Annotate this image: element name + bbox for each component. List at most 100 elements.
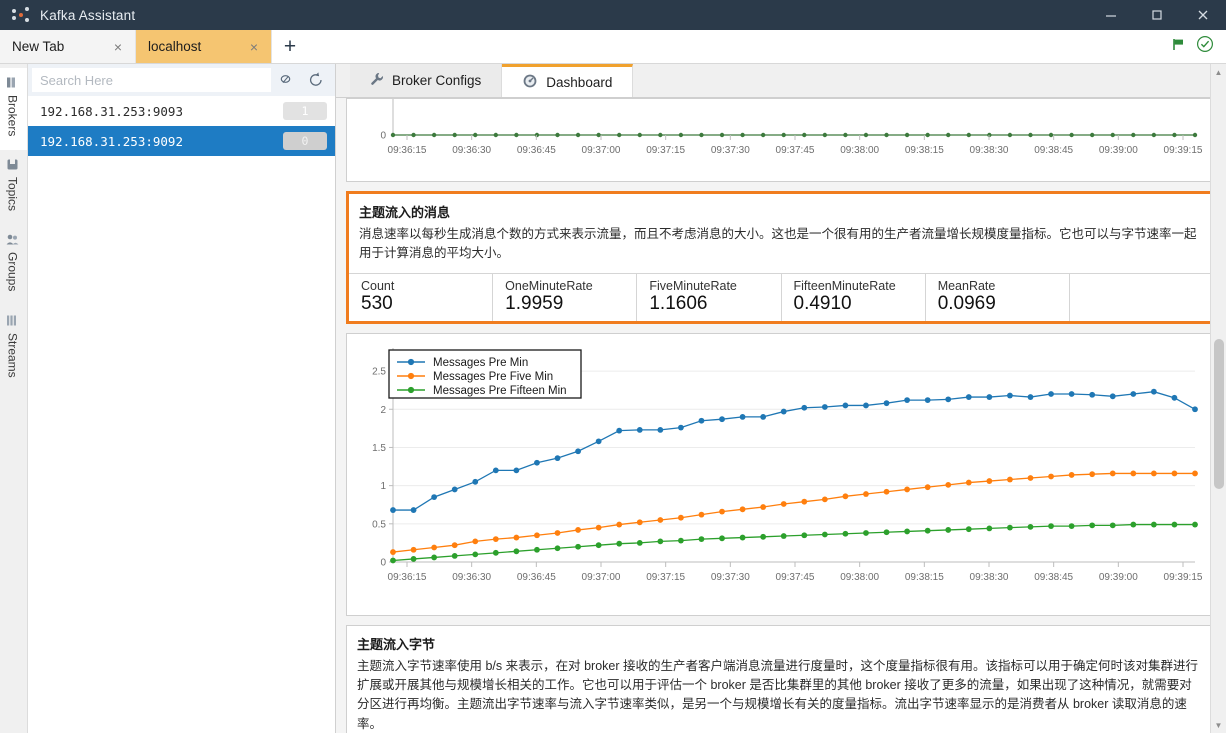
- svg-text:09:38:00: 09:38:00: [840, 572, 879, 583]
- wrench-icon: [370, 72, 384, 89]
- kafka-logo-icon: [12, 7, 32, 23]
- svg-text:09:36:15: 09:36:15: [388, 572, 427, 583]
- list-item[interactable]: 192.168.31.253:9092 0: [28, 126, 335, 156]
- tab-label: Broker Configs: [392, 73, 482, 88]
- svg-text:09:39:00: 09:39:00: [1099, 145, 1138, 156]
- svg-text:09:39:00: 09:39:00: [1099, 572, 1138, 583]
- svg-text:09:38:45: 09:38:45: [1034, 572, 1073, 583]
- maximize-button[interactable]: [1134, 0, 1180, 30]
- title-bar: Kafka Assistant: [0, 0, 1226, 30]
- browser-tab-label: localhost: [148, 39, 202, 54]
- svg-text:Messages Pre Min: Messages Pre Min: [433, 357, 528, 369]
- broker-list-panel: 192.168.31.253:9093 1 192.168.31.253:909…: [28, 64, 336, 733]
- brokers-icon: [6, 76, 19, 89]
- status-badge: 0: [283, 132, 327, 150]
- card-bytes-in: 主题流入字节 主题流入字节速率使用 b/s 来表示，在对 broker 接收的生…: [346, 624, 1216, 733]
- browser-tab-strip: New Tab × localhost × +: [0, 30, 1226, 64]
- chart-top: 009:36:15 09:36:30 09:36:45 09:37:00 09:37:1…: [380, 99, 1203, 156]
- topics-icon: [6, 158, 19, 171]
- new-tab-button[interactable]: +: [272, 30, 308, 63]
- svg-text:1: 1: [380, 481, 386, 492]
- scroll-down-icon[interactable]: ▼: [1211, 717, 1226, 733]
- minimize-button[interactable]: [1088, 0, 1134, 30]
- svg-text:09:39:15: 09:39:15: [1164, 145, 1203, 156]
- svg-text:09:36:15: 09:36:15: [388, 145, 427, 156]
- svg-text:09:38:30: 09:38:30: [970, 145, 1009, 156]
- card-title: 主题流入字节: [357, 636, 436, 652]
- broker-address: 192.168.31.253:9093: [40, 103, 183, 119]
- scroll-up-icon[interactable]: ▲: [1211, 64, 1226, 80]
- broker-list-empty-space: [28, 156, 335, 733]
- flag-icon[interactable]: [1171, 37, 1186, 57]
- svg-text:09:39:15: 09:39:15: [1164, 572, 1203, 583]
- sidebar-item-streams[interactable]: Streams: [0, 306, 27, 392]
- svg-text:0: 0: [380, 131, 386, 142]
- metric-one-minute-rate: OneMinuteRate 1.9959: [493, 273, 638, 321]
- vertical-scrollbar[interactable]: ▲ ▼: [1210, 64, 1226, 733]
- tab-broker-configs[interactable]: Broker Configs: [350, 64, 503, 97]
- svg-text:0: 0: [380, 557, 386, 568]
- vertical-tool-tabs: Brokers Topics Groups Streams: [0, 64, 28, 733]
- svg-text:2: 2: [380, 404, 386, 415]
- svg-text:09:38:00: 09:38:00: [840, 145, 879, 156]
- main-tab-bar: Broker Configs Dashboard: [336, 64, 1226, 98]
- svg-text:Messages Pre Fifteen Min: Messages Pre Fifteen Min: [433, 385, 567, 397]
- main-content: Broker Configs Dashboard 0 09:36:15 09:36:…: [336, 64, 1226, 733]
- browser-tab-localhost[interactable]: localhost ×: [136, 30, 272, 63]
- svg-text:09:37:15: 09:37:15: [646, 572, 685, 583]
- check-circle-icon[interactable]: [1196, 35, 1214, 58]
- metric-label: FiveMinuteRate: [649, 278, 737, 293]
- metrics-row: Count 530 OneMinuteRate 1.9959 FiveMinut…: [349, 272, 1213, 321]
- metric-count: Count 530: [349, 273, 494, 321]
- metric-label: FifteenMinuteRate: [793, 278, 896, 293]
- metric-value: 0.0969: [937, 292, 996, 314]
- close-button[interactable]: [1180, 0, 1226, 30]
- card-title: 主题流入的消息: [359, 205, 451, 220]
- dashboard-scroll-area[interactable]: 0 09:36:15 09:36:30 09:36:45 09:37:00 09:37:1…: [336, 98, 1226, 733]
- chart-messages-in: 0 0.5 1 1.5 2 2.5 09:36:15 09:36:30 09:36:45 09:3…: [372, 347, 1203, 583]
- metric-spacer: [1070, 274, 1213, 321]
- svg-text:09:37:00: 09:37:00: [582, 572, 621, 583]
- metric-label: MeanRate: [937, 278, 996, 293]
- svg-text:09:36:45: 09:36:45: [517, 572, 556, 583]
- scrollbar-thumb[interactable]: [1214, 339, 1224, 489]
- refresh-icon[interactable]: [301, 65, 331, 95]
- metric-value: 0.4910: [793, 292, 852, 314]
- status-badge: 1: [283, 102, 327, 120]
- sidebar-item-topics[interactable]: Topics: [0, 150, 27, 225]
- close-icon[interactable]: ×: [247, 40, 261, 54]
- window-controls: [1088, 0, 1226, 30]
- metric-five-minute-rate: FiveMinuteRate 1.1606: [637, 273, 782, 321]
- svg-text:Messages Pre Five Min: Messages Pre Five Min: [433, 371, 553, 383]
- svg-text:0.5: 0.5: [372, 519, 386, 530]
- list-item[interactable]: 192.168.31.253:9093 1: [28, 96, 335, 126]
- sidebar-item-groups[interactable]: Groups: [0, 225, 27, 305]
- metric-label: Count: [361, 278, 395, 293]
- browser-tab-new-tab[interactable]: New Tab ×: [0, 30, 136, 63]
- broker-address: 192.168.31.253:9092: [40, 133, 183, 149]
- search-icon[interactable]: [271, 65, 301, 95]
- svg-text:09:37:30: 09:37:30: [711, 145, 750, 156]
- app-body: Brokers Topics Groups Streams Search Her…: [0, 64, 1226, 733]
- sidebar-item-label: Brokers: [5, 95, 20, 137]
- search-input[interactable]: [32, 68, 271, 92]
- svg-text:09:38:30: 09:38:30: [970, 572, 1009, 583]
- tab-dashboard[interactable]: Dashboard: [502, 64, 634, 97]
- tab-label: Dashboard: [546, 74, 613, 90]
- sidebar-item-brokers[interactable]: Brokers: [0, 68, 27, 151]
- chart-card-messages-in: 0 0.5 1 1.5 2 2.5 09:36:15 09:36:30 09:36:45 09:3…: [346, 332, 1216, 616]
- svg-text:09:38:45: 09:38:45: [1034, 145, 1073, 156]
- groups-icon: [6, 233, 19, 246]
- close-icon[interactable]: ×: [111, 40, 125, 54]
- metric-mean-rate: MeanRate 0.0969: [926, 273, 1070, 321]
- chart-card-clipped: 0 09:36:15 09:36:30 09:36:45 09:37:00 09:37:1…: [346, 98, 1216, 182]
- svg-text:09:37:00: 09:37:00: [582, 145, 621, 156]
- sidebar-item-label: Groups: [5, 252, 20, 292]
- svg-text:09:37:45: 09:37:45: [776, 572, 815, 583]
- metric-value: 1.9959: [505, 292, 564, 314]
- svg-text:09:36:30: 09:36:30: [452, 572, 491, 583]
- app-title: Kafka Assistant: [40, 7, 136, 23]
- svg-text:09:37:30: 09:37:30: [711, 572, 750, 583]
- search-row: [28, 64, 335, 96]
- metric-label: OneMinuteRate: [505, 278, 593, 293]
